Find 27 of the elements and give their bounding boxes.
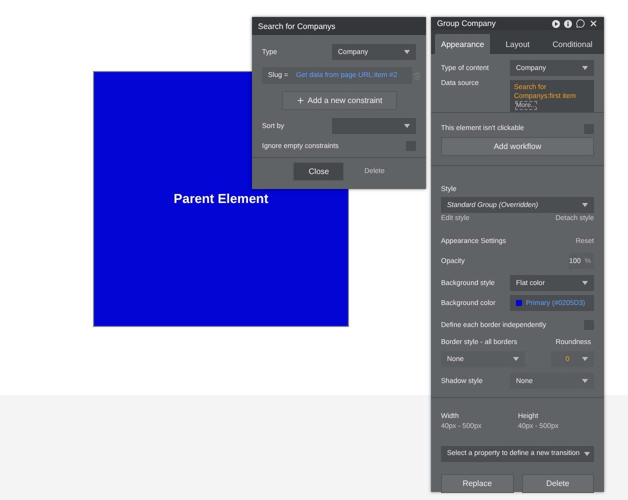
add-workflow-button[interactable]: Add workflow [441, 137, 594, 156]
caret-icon [582, 357, 588, 362]
caret-icon [582, 281, 588, 286]
delete-button[interactable]: Delete [522, 474, 594, 494]
add-constraint-button[interactable]: Add a new constraint [282, 91, 396, 110]
panel-title: Group Company [437, 19, 497, 28]
caret-icon [404, 50, 410, 54]
tab[interactable]: Layout [490, 34, 546, 54]
caret-icon [582, 203, 588, 208]
comment-icon[interactable] [576, 19, 585, 28]
play-icon[interactable] [552, 20, 560, 28]
tab[interactable]: Conditional [545, 34, 600, 54]
panel-title: Search for Companys [258, 22, 336, 30]
caret-icon [582, 379, 588, 384]
sort-dropdown[interactable] [332, 118, 416, 134]
element-label: Parent Element [174, 190, 268, 206]
caret-icon [582, 66, 588, 70]
close-icon[interactable] [589, 19, 598, 28]
plus-icon [296, 96, 305, 105]
replace-button[interactable]: Replace [441, 474, 514, 494]
tab[interactable]: Appearance [435, 34, 490, 54]
trash-icon[interactable] [413, 72, 421, 80]
close-button[interactable]: Close [293, 162, 344, 181]
info-icon[interactable] [564, 20, 572, 28]
caret-icon [584, 452, 590, 456]
caret-icon [404, 124, 410, 128]
caret-icon [513, 357, 519, 362]
